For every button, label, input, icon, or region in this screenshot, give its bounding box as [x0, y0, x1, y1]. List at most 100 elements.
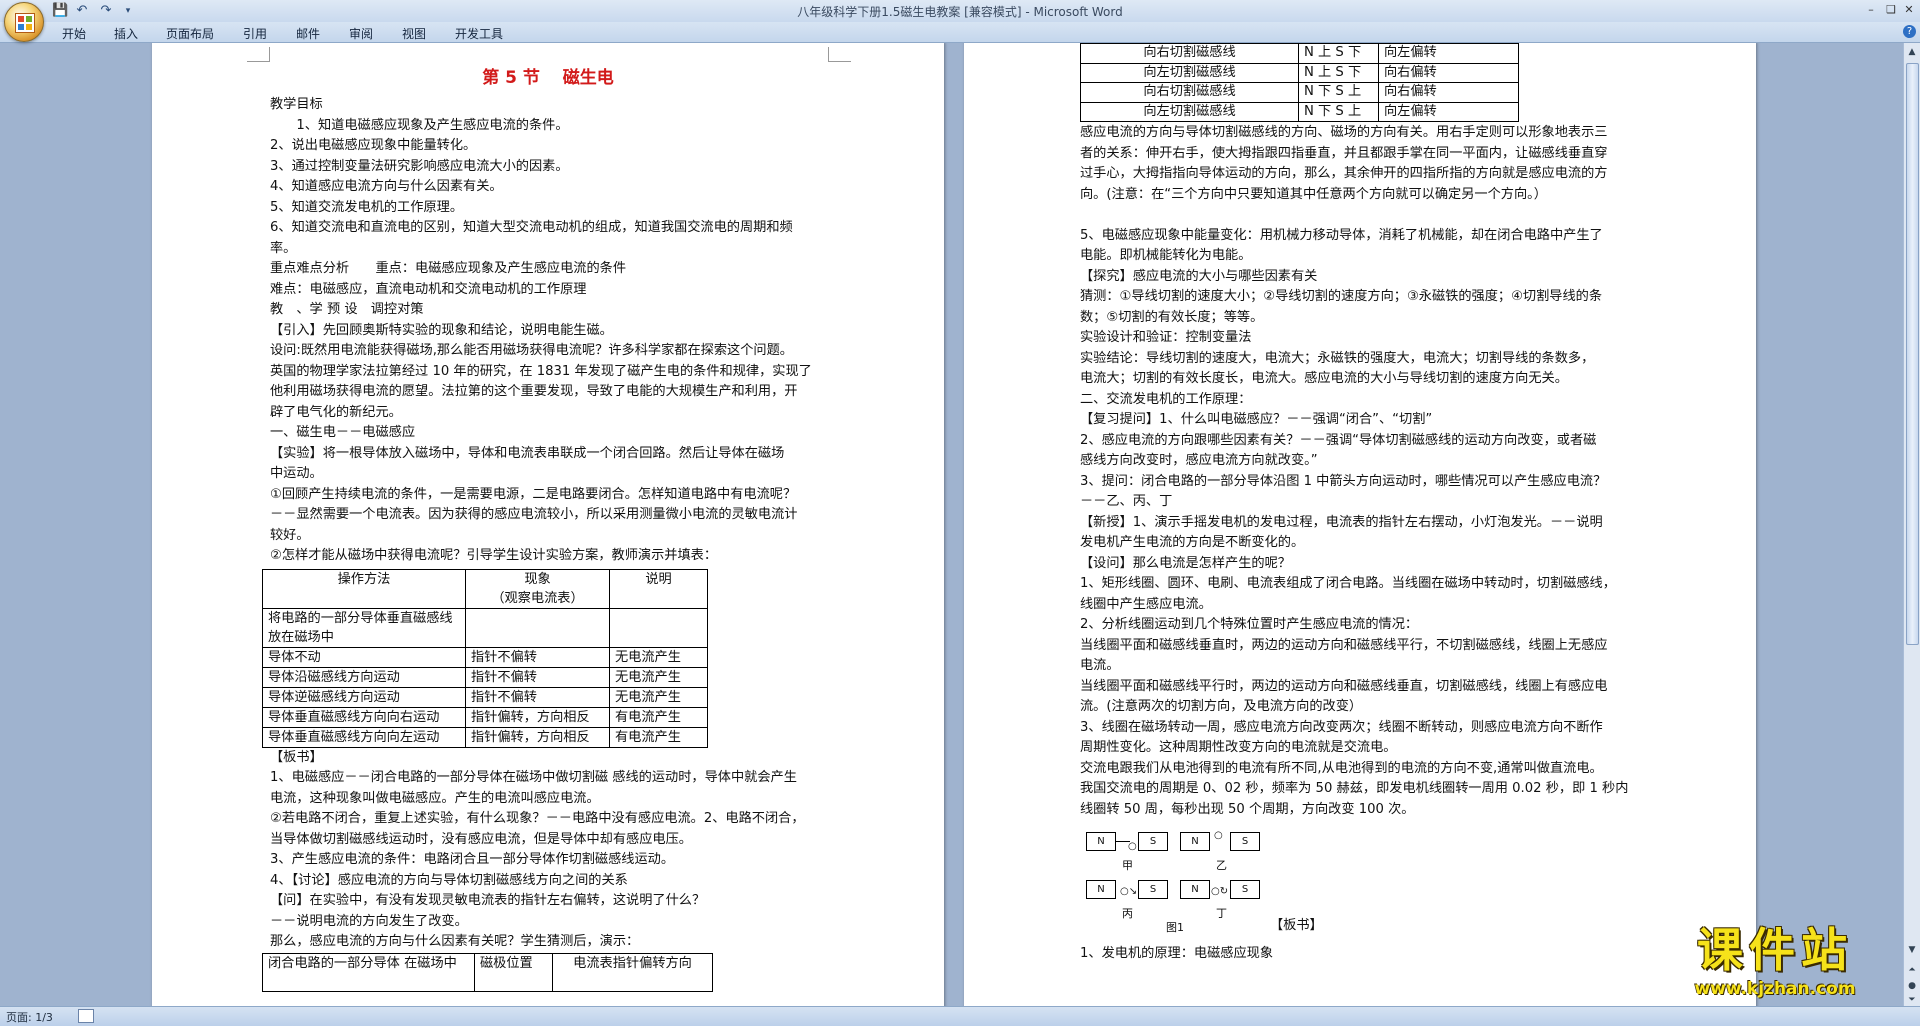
- text-line: 3、产生感应电流的条件：电路闭合且一部分导体作切割磁感线运动。: [270, 852, 675, 867]
- conductor-rotate-icon: ○↻: [1211, 886, 1229, 897]
- proofing-icon[interactable]: [78, 1009, 94, 1023]
- text-line: 重点难点分析 重点：电磁感应现象及产生感应电流的条件: [270, 261, 627, 276]
- table-cell: 导体垂直磁感线方向向左运动: [262, 726, 466, 748]
- minimize-button[interactable]: –: [1862, 2, 1880, 17]
- tab-developer[interactable]: 开发工具: [455, 25, 503, 42]
- text-line: 1、矩形线圈、圆环、电刷、电流表组成了闭合电路。当线圈在磁场中转动时，切割磁感线…: [1080, 576, 1616, 591]
- text-line: 3、提问：闭合电路的一部分导体沿图 1 中箭头方向运动时，哪些情况可以产生感应电…: [1080, 473, 1607, 489]
- ribbon-tab-bar: 开始 插入 页面布局 引用 邮件 审阅 视图 开发工具 ?: [0, 22, 1920, 43]
- text-line: 中运动。: [270, 466, 323, 481]
- magnet-n: N: [1180, 880, 1210, 899]
- table-cell: 电流表指针偏转方向: [552, 952, 713, 992]
- table-cell: [609, 607, 708, 648]
- text-line: －－乙、丙、丁: [1080, 494, 1173, 509]
- tab-home[interactable]: 开始: [62, 25, 86, 42]
- tab-review[interactable]: 审阅: [349, 25, 373, 42]
- text-line: 较好。: [270, 527, 310, 543]
- table-header-cell: 操作方法: [262, 568, 466, 609]
- table-row: 向左切割磁感线 N 上 S 下向右偏转: [1080, 62, 1519, 83]
- table-cell: 有电流产生: [609, 706, 708, 728]
- text-line: 实验设计和验证：控制变量法: [1080, 330, 1252, 345]
- table-row: 导体逆磁感线方向运动 指针不偏转 无电流产生: [262, 686, 708, 708]
- table-cell: 无电流产生: [609, 686, 708, 708]
- table-cell: 导体不动: [262, 646, 466, 668]
- page-1[interactable]: 第 5 节 磁生电 教学目标 1、知道电磁感应现象及产生感应电流的条件。 2、说出…: [152, 43, 944, 1006]
- document-area[interactable]: 第 5 节 磁生电 教学目标 1、知道电磁感应现象及产生感应电流的条件。 2、说出…: [0, 43, 1904, 1006]
- text-line: 【引入】先回顾奥斯特实验的现象和结论，说明电能生磁。: [270, 322, 613, 338]
- text-line: 2、分析线圈运动到几个特殊位置时产生感应电流的情况：: [1080, 617, 1419, 632]
- text-line: 猜测：①导线切割的速度大小；②导线切割的速度方向；③永磁铁的强度；④切割导线的条: [1080, 289, 1603, 304]
- vertical-scrollbar[interactable]: ▲ ▼ ⏶ ● ⏷: [1903, 43, 1920, 1006]
- tab-mailings[interactable]: 邮件: [296, 25, 320, 42]
- office-button[interactable]: [4, 2, 44, 42]
- text-line: 感线方向改变时，感应电流方向就改变。”: [1080, 453, 1318, 468]
- window-title: 八年级科学下册1.5磁生电教案 [兼容模式] - Microsoft Word: [797, 5, 1123, 19]
- text-line: 辟了电气化的新纪元。: [270, 404, 402, 420]
- text-line: －－显然需要一个电流表。因为获得的感应电流较小，所以采用测量微小电流的灵敏电流计: [270, 507, 798, 522]
- crop-mark: [247, 47, 270, 62]
- table-row: 向右切割磁感线 N 上 S 下向左偏转: [1080, 43, 1519, 64]
- text-line: 向。(注意：在“三个方向中只要知道其中任意两个方向就可以确定另一个方向。）: [1080, 186, 1547, 202]
- page-indicator[interactable]: 页面: 1/3: [6, 1009, 53, 1025]
- text-line: 者的关系：伸开右手，使大拇指跟四指垂直，并且都跟手掌在同一平面内，让磁感线垂直穿: [1080, 145, 1608, 161]
- scrollbar-thumb[interactable]: [1906, 63, 1919, 645]
- figure-caption: 图1: [1166, 921, 1184, 934]
- text-line: 【设问】那么电流是怎样产生的呢？: [1080, 555, 1291, 571]
- table-row: 导体沿磁感线方向运动 指针不偏转 无电流产生: [262, 666, 708, 688]
- text-line: 3、通过控制变量法研究影响感应电流大小的因素。: [270, 158, 569, 174]
- tab-view[interactable]: 视图: [402, 25, 426, 42]
- help-icon[interactable]: ?: [1903, 25, 1916, 38]
- table-row: 向左切割磁感线 N 下 S 上向左偏转: [1080, 101, 1519, 122]
- text-line: 电流，这种现象叫做电磁感应。产生的电流叫感应电流。: [270, 790, 600, 806]
- text-line: 【板书】: [270, 749, 323, 765]
- page-1-text-block-a: 教学目标 1、知道电磁感应现象及产生感应电流的条件。 2、说出电磁感应现象中能量转…: [270, 95, 826, 567]
- table-row: 向右切割磁感线 N 下 S 上向右偏转: [1080, 82, 1519, 103]
- text-line: 1、电磁感应－－闭合电路的一部分导体在磁场中做切割磁 感线的运动时，导体中就会产…: [270, 770, 797, 785]
- scroll-up-icon[interactable]: ▲: [1906, 45, 1918, 59]
- scroll-down-icon[interactable]: ▼: [1906, 943, 1918, 957]
- text-line: 【新授】1、演示手摇发电机的发电过程，电流表的指针左右摆动，小灯泡发光。－－说明: [1080, 514, 1603, 530]
- tab-references[interactable]: 引用: [243, 25, 267, 42]
- close-button[interactable]: ✕: [1900, 2, 1918, 17]
- text-line: ②怎样才能从磁场中获得电流呢？引导学生设计实验方案，教师演示并填表：: [270, 548, 718, 563]
- table-cell: 指针不偏转: [465, 646, 610, 668]
- text-line: [1080, 205, 1640, 226]
- text-line: 教 、学 预 设 调控对策: [270, 302, 424, 317]
- status-bar: 页面: 1/3: [0, 1006, 1920, 1026]
- text-line: 电流。: [1080, 658, 1120, 673]
- page-2[interactable]: 向右切割磁感线 N 上 S 下向左偏转 向左切割磁感线 N 上 S 下向右偏转 向右切割…: [964, 43, 1756, 1006]
- conductor-up-icon: ○: [1214, 830, 1223, 841]
- table-row: 将电路的一部分导体垂直磁感线放在磁场中: [262, 607, 708, 648]
- text-line: 过手心，大拇指指向导体运动的方向，那么，其余伸开的四指所指的方向就是感应电流的方: [1080, 166, 1608, 181]
- text-line: 3、线圈在磁场转动一周，感应电流方向改变两次；线圈不断转动，则感应电流方向不断作: [1080, 719, 1603, 735]
- watermark-url: www.kjzhan.com: [1694, 979, 1856, 999]
- text-line: 线圈中产生感应电流。: [1080, 596, 1212, 612]
- previous-page-icon[interactable]: ⏶: [1906, 963, 1918, 977]
- text-line: 电能。即机械能转化为电能。: [1080, 248, 1252, 263]
- conductor-icon: ○: [1128, 841, 1137, 852]
- table-cell: 导体垂直磁感线方向向右运动: [262, 706, 466, 728]
- page-2-text-block: 感应电流的方向与导体切割磁感线的方向、磁场的方向有关。用右手定则可以形象地表示三…: [1080, 123, 1640, 820]
- text-line: 4、知道感应电流方向与什么因素有关。: [270, 179, 503, 194]
- text-line: 英国的物理学家法拉第经过 10 年的研究，在 1831 年发现了磁产生电的条件和…: [270, 363, 812, 379]
- text-line: 二、交流发电机的工作原理：: [1080, 391, 1252, 407]
- figure-label: 乙: [1216, 859, 1227, 872]
- text-line: 数；⑤切割的有效长度；等等。: [1080, 309, 1264, 325]
- table-cell: N 下 S 上: [1298, 101, 1379, 122]
- select-browse-object-icon[interactable]: ●: [1906, 979, 1918, 993]
- watermark-title: 课件站: [1697, 923, 1853, 977]
- table-cell: N 下 S 上: [1298, 82, 1379, 103]
- restore-button[interactable]: ❑: [1882, 2, 1900, 17]
- table-cell: 指针不偏转: [465, 686, 610, 708]
- text-line: 设问:既然用电流能获得磁场,那么能否用磁场获得电流呢？许多科学家都在探索这个问题…: [270, 343, 793, 358]
- table-cell: [465, 607, 610, 648]
- text-line: 率。: [270, 240, 297, 256]
- tab-insert[interactable]: 插入: [114, 25, 138, 42]
- page-2-body: 感应电流的方向与导体切割磁感线的方向、磁场的方向有关。用右手定则可以形象地表示三…: [1080, 123, 1640, 965]
- text-line: 【问】在实验中，有没有发现灵敏电流表的指针左右偏转，这说明了什么？: [270, 893, 706, 908]
- direction-table-header: 闭合电路的一部分导体 在磁场中 磁极位置 电流表指针偏转方向: [262, 952, 713, 992]
- tab-page-layout[interactable]: 页面布局: [166, 25, 214, 42]
- table-cell: 向右偏转: [1378, 82, 1519, 103]
- text-line: 【探究】感应电流的大小与哪些因素有关: [1080, 268, 1318, 284]
- next-page-icon[interactable]: ⏷: [1906, 993, 1918, 1007]
